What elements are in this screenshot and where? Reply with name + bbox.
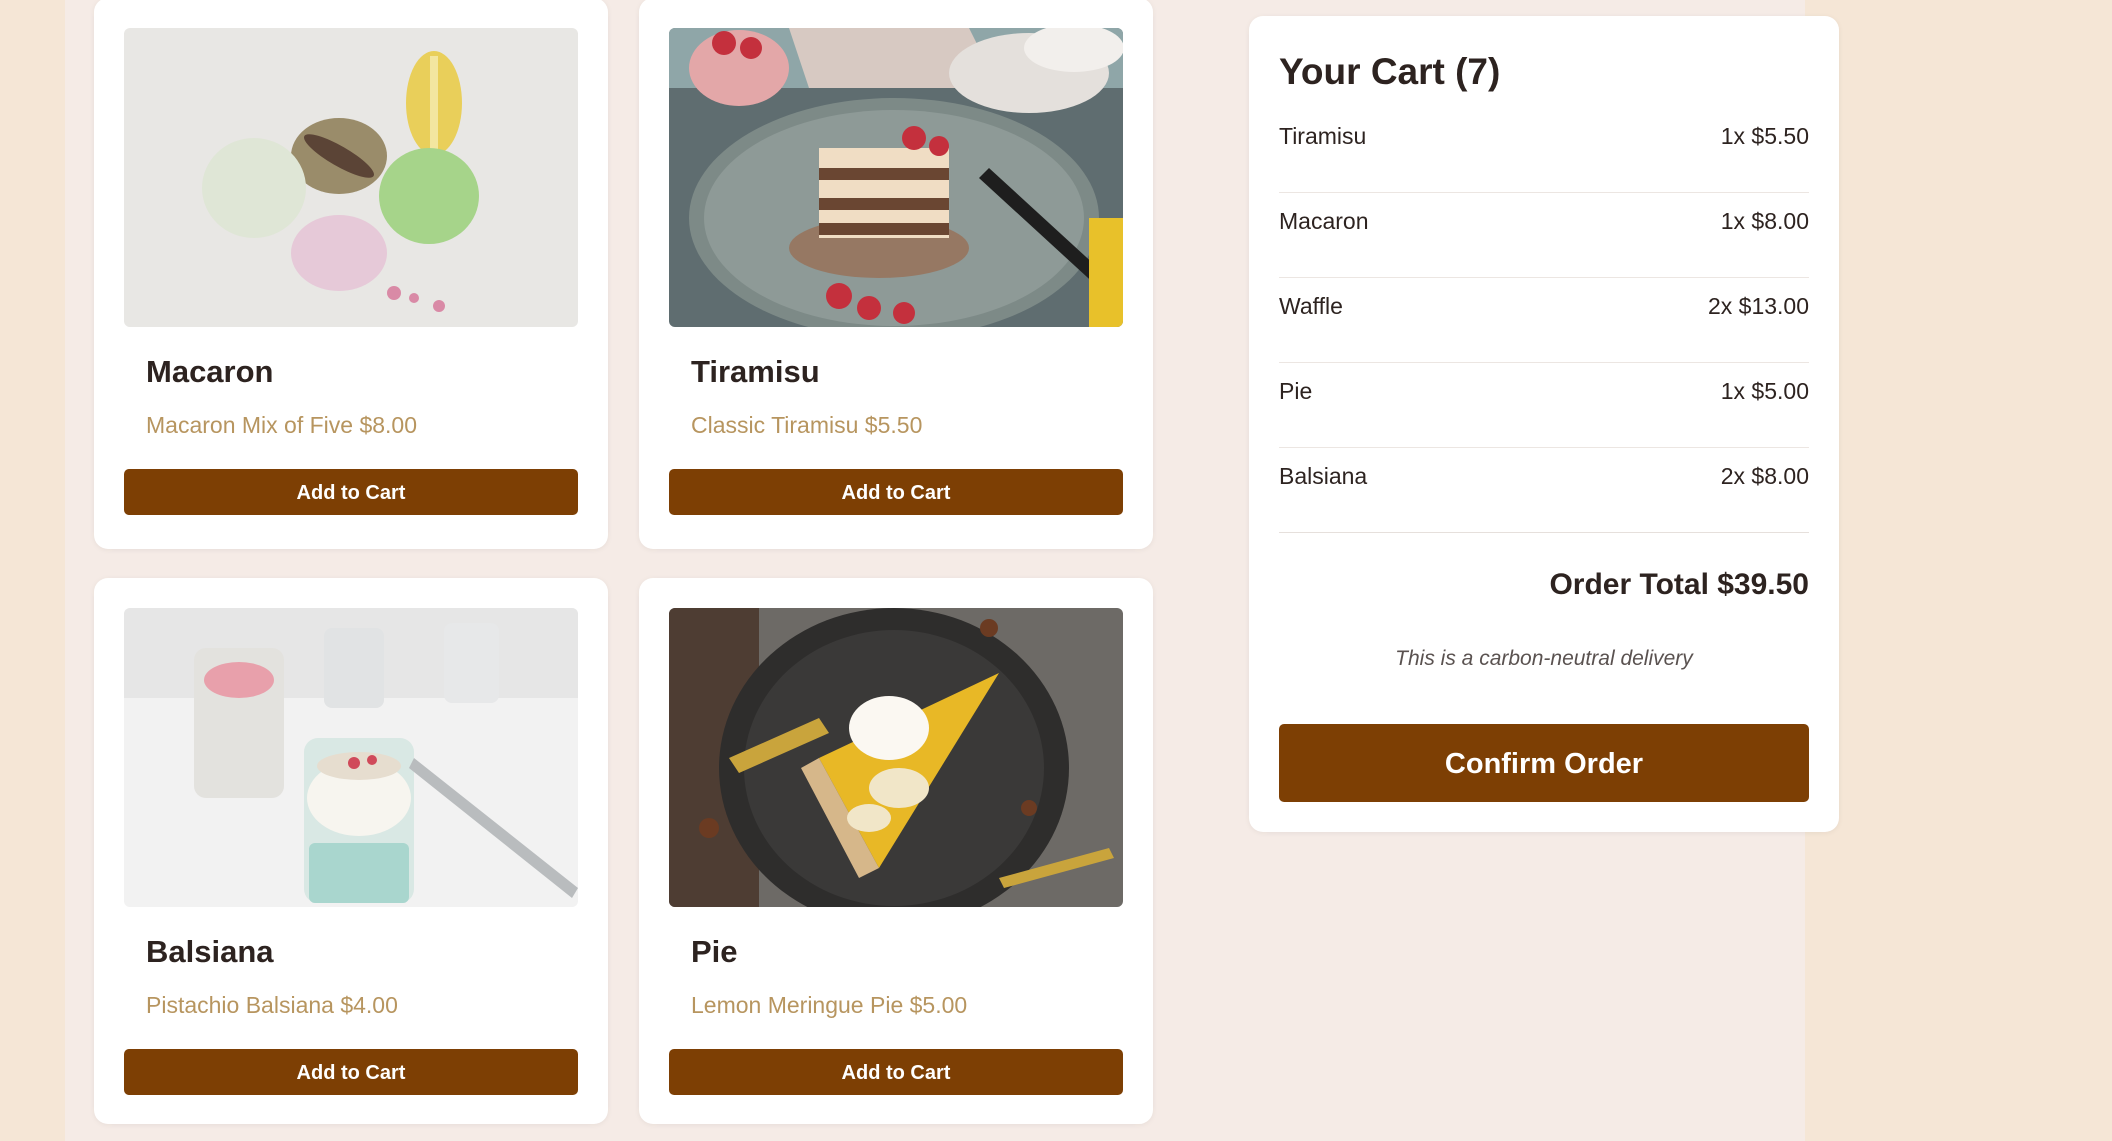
- add-to-cart-button[interactable]: Add to Cart: [124, 469, 578, 515]
- cart-item-row: Balsiana 2x $8.00: [1279, 448, 1809, 533]
- cart-title: Your Cart (7): [1279, 51, 1501, 92]
- macaron-image: [124, 28, 578, 327]
- product-card-tiramisu: Tiramisu Classic Tiramisu $5.50 Add to C…: [639, 0, 1153, 549]
- cart-panel: Your Cart (7) Tiramisu 1x $5.50 Macaron …: [1249, 16, 1839, 832]
- add-to-cart-button[interactable]: Add to Cart: [669, 1049, 1123, 1095]
- cart-item-price: 2x $13.00: [1707, 293, 1809, 319]
- cart-divider: [1279, 532, 1809, 533]
- cart-items-list: Tiramisu 1x $5.50 Macaron 1x $8.00 Waffl…: [1279, 108, 1809, 533]
- cart-item-price: 2x $8.00: [1720, 463, 1809, 489]
- add-to-cart-button[interactable]: Add to Cart: [669, 469, 1123, 515]
- confirm-order-button[interactable]: Confirm Order: [1279, 724, 1809, 802]
- cart-item-row: Tiramisu 1x $5.50: [1279, 108, 1809, 193]
- product-name: Balsiana: [146, 934, 274, 969]
- cart-item-row: Macaron 1x $8.00: [1279, 193, 1809, 278]
- cart-item-price: 1x $5.00: [1720, 378, 1809, 404]
- cart-item-name: Balsiana: [1279, 463, 1368, 489]
- order-total: Order Total $39.50: [1549, 568, 1809, 601]
- cart-item-price: 1x $8.00: [1720, 208, 1809, 234]
- product-description: Macaron Mix of Five $8.00: [146, 412, 418, 438]
- cart-item-name: Macaron: [1279, 208, 1369, 234]
- cart-item-name: Tiramisu: [1279, 123, 1367, 149]
- cart-item-row: Waffle 2x $13.00: [1279, 278, 1809, 363]
- product-description: Classic Tiramisu $5.50: [691, 412, 923, 438]
- cart-item-name: Pie: [1279, 378, 1313, 404]
- product-name: Tiramisu: [691, 354, 820, 389]
- cart-item-price: 1x $5.50: [1720, 123, 1809, 149]
- product-card-pie: Pie Lemon Meringue Pie $5.00 Add to Cart: [639, 578, 1153, 1124]
- product-description: Pistachio Balsiana $4.00: [146, 992, 398, 1018]
- cart-item-row: Pie 1x $5.00: [1279, 363, 1809, 448]
- main-content: Macaron Macaron Mix of Five $8.00 Add to…: [65, 0, 1839, 1141]
- product-card-macaron: Macaron Macaron Mix of Five $8.00 Add to…: [94, 0, 608, 549]
- product-name: Pie: [691, 934, 738, 969]
- product-description: Lemon Meringue Pie $5.00: [691, 992, 968, 1018]
- pie-image: [669, 608, 1123, 907]
- product-name: Macaron: [146, 354, 274, 389]
- balsiana-image: [124, 608, 578, 907]
- cart-item-name: Waffle: [1279, 293, 1343, 319]
- product-card-balsiana: Balsiana Pistachio Balsiana $4.00 Add to…: [94, 578, 608, 1124]
- delivery-note: This is a carbon-neutral delivery: [1395, 647, 1693, 670]
- add-to-cart-button[interactable]: Add to Cart: [124, 1049, 578, 1095]
- tiramisu-image: [669, 28, 1123, 327]
